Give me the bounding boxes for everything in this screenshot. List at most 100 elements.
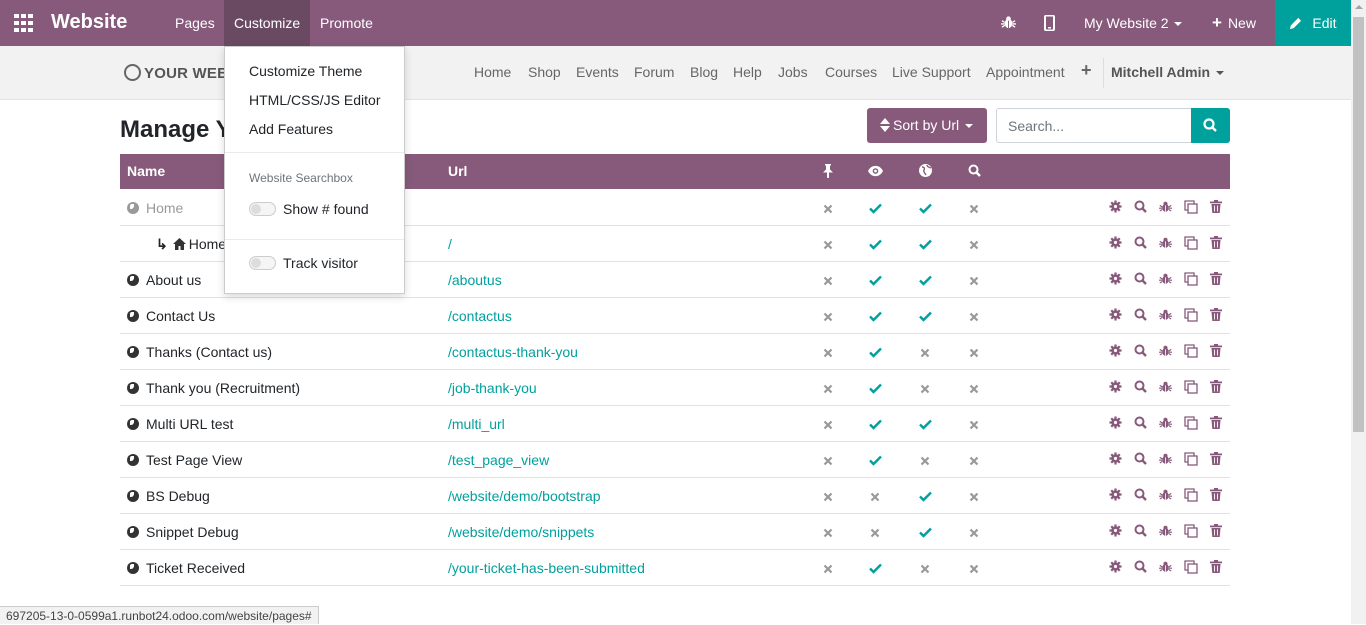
trash-icon[interactable] [1210, 344, 1224, 358]
search-icon[interactable] [1134, 344, 1148, 358]
table-row[interactable]: Test Page View/test_page_view [120, 442, 1230, 478]
bug-icon[interactable] [1159, 488, 1173, 502]
gear-icon[interactable] [1109, 488, 1123, 502]
page-url-link[interactable]: / [448, 236, 452, 252]
gear-icon[interactable] [1109, 272, 1123, 286]
clone-icon[interactable] [1184, 200, 1198, 214]
add-features-item[interactable]: Add Features [249, 121, 333, 137]
table-row[interactable]: Thank you (Recruitment) /job-thank-you [120, 370, 1230, 406]
trash-icon[interactable] [1210, 524, 1224, 538]
trash-icon[interactable] [1210, 272, 1224, 286]
site-nav-appointment[interactable]: Appointment [986, 64, 1065, 80]
search-icon[interactable] [1134, 380, 1148, 394]
gear-icon[interactable] [1109, 200, 1123, 214]
apps-grid-icon[interactable] [14, 14, 34, 32]
bug-icon[interactable] [1159, 272, 1173, 286]
page-url-link[interactable]: /test_page_view [448, 452, 549, 468]
page-name[interactable]: About us [127, 272, 201, 288]
bug-icon[interactable] [1159, 452, 1173, 466]
bug-icon[interactable] [1159, 380, 1173, 394]
sort-button[interactable]: Sort by Url [867, 108, 987, 143]
search-icon[interactable] [1134, 452, 1148, 466]
column-name[interactable]: Name [127, 163, 165, 179]
site-nav-courses[interactable]: Courses [825, 64, 877, 80]
show-found-toggle[interactable] [249, 202, 276, 216]
site-nav-forum[interactable]: Forum [634, 64, 674, 80]
clone-icon[interactable] [1184, 560, 1198, 574]
gear-icon[interactable] [1109, 524, 1123, 538]
bug-icon[interactable] [1159, 524, 1173, 538]
bug-icon[interactable] [1001, 0, 1016, 46]
trash-icon[interactable] [1210, 236, 1224, 250]
clone-icon[interactable] [1184, 308, 1198, 322]
track-visitor-label[interactable]: Track visitor [283, 255, 358, 271]
page-url-link[interactable]: /contactus-thank-you [448, 344, 578, 360]
site-nav-jobs[interactable]: Jobs [778, 64, 808, 80]
trash-icon[interactable] [1210, 200, 1224, 214]
search-icon[interactable] [1134, 560, 1148, 574]
trash-icon[interactable] [1210, 308, 1224, 322]
search-icon[interactable] [1134, 416, 1148, 430]
gear-icon[interactable] [1109, 236, 1123, 250]
search-icon[interactable] [1134, 524, 1148, 538]
app-brand[interactable]: Website [51, 11, 127, 34]
new-button[interactable]: + New [1212, 0, 1256, 46]
site-nav-shop[interactable]: Shop [528, 64, 561, 80]
gear-icon[interactable] [1109, 452, 1123, 466]
menu-pages[interactable]: Pages [165, 0, 225, 46]
site-nav-home[interactable]: Home [474, 64, 511, 80]
search-input[interactable] [996, 108, 1192, 143]
scrollbar-thumb[interactable] [1353, 17, 1364, 432]
page-name[interactable]: ↳ Home [156, 236, 226, 253]
gear-icon[interactable] [1109, 416, 1123, 430]
page-url-link[interactable]: /website/demo/snippets [448, 524, 594, 540]
page-url-link[interactable]: /website/demo/bootstrap [448, 488, 601, 504]
page-url-link[interactable]: /multi_url [448, 416, 505, 432]
scroll-up-arrow[interactable] [1355, 5, 1363, 9]
clone-icon[interactable] [1184, 236, 1198, 250]
website-selector[interactable]: My Website 2 [1084, 0, 1182, 46]
bug-icon[interactable] [1159, 308, 1173, 322]
search-icon[interactable] [1134, 488, 1148, 502]
table-row[interactable]: Contact Us/contactus [120, 298, 1230, 334]
site-nav-help[interactable]: Help [733, 64, 762, 80]
page-url-link[interactable]: /aboutus [448, 272, 502, 288]
trash-icon[interactable] [1210, 560, 1224, 574]
search-button[interactable] [1191, 108, 1230, 143]
clone-icon[interactable] [1184, 272, 1198, 286]
page-name[interactable]: Thank you (Recruitment) [127, 380, 300, 396]
menu-customize[interactable]: Customize [224, 0, 311, 46]
table-row[interactable]: Snippet Debug/website/demo/snippets [120, 514, 1230, 550]
show-found-label[interactable]: Show # found [283, 201, 369, 217]
page-name[interactable]: Snippet Debug [127, 524, 239, 540]
trash-icon[interactable] [1210, 452, 1224, 466]
gear-icon[interactable] [1109, 560, 1123, 574]
bug-icon[interactable] [1159, 416, 1173, 430]
clone-icon[interactable] [1184, 488, 1198, 502]
clone-icon[interactable] [1184, 344, 1198, 358]
table-row[interactable]: Thanks (Contact us) /contactus-thank-you [120, 334, 1230, 370]
page-url-link[interactable]: /job-thank-you [448, 380, 537, 396]
bug-icon[interactable] [1159, 200, 1173, 214]
page-name[interactable]: Ticket Received [127, 560, 245, 576]
page-name[interactable]: Test Page View [127, 452, 242, 468]
trash-icon[interactable] [1210, 380, 1224, 394]
html-css-js-editor-item[interactable]: HTML/CSS/JS Editor [249, 92, 380, 108]
page-url-link[interactable]: /contactus [448, 308, 512, 324]
mobile-icon[interactable] [1044, 0, 1055, 46]
site-nav-events[interactable]: Events [576, 64, 619, 80]
clone-icon[interactable] [1184, 524, 1198, 538]
column-url[interactable]: Url [448, 163, 467, 179]
customize-theme-item[interactable]: Customize Theme [249, 63, 362, 79]
search-icon[interactable] [1134, 200, 1148, 214]
bug-icon[interactable] [1159, 236, 1173, 250]
gear-icon[interactable] [1109, 344, 1123, 358]
gear-icon[interactable] [1109, 380, 1123, 394]
track-visitor-toggle[interactable] [249, 256, 276, 270]
trash-icon[interactable] [1210, 488, 1224, 502]
trash-icon[interactable] [1210, 416, 1224, 430]
scrollbar[interactable] [1351, 0, 1366, 624]
page-name[interactable]: Contact Us [127, 308, 215, 324]
table-row[interactable]: Ticket Received/your-ticket-has-been-sub… [120, 550, 1230, 586]
site-nav-live-support[interactable]: Live Support [892, 64, 971, 80]
